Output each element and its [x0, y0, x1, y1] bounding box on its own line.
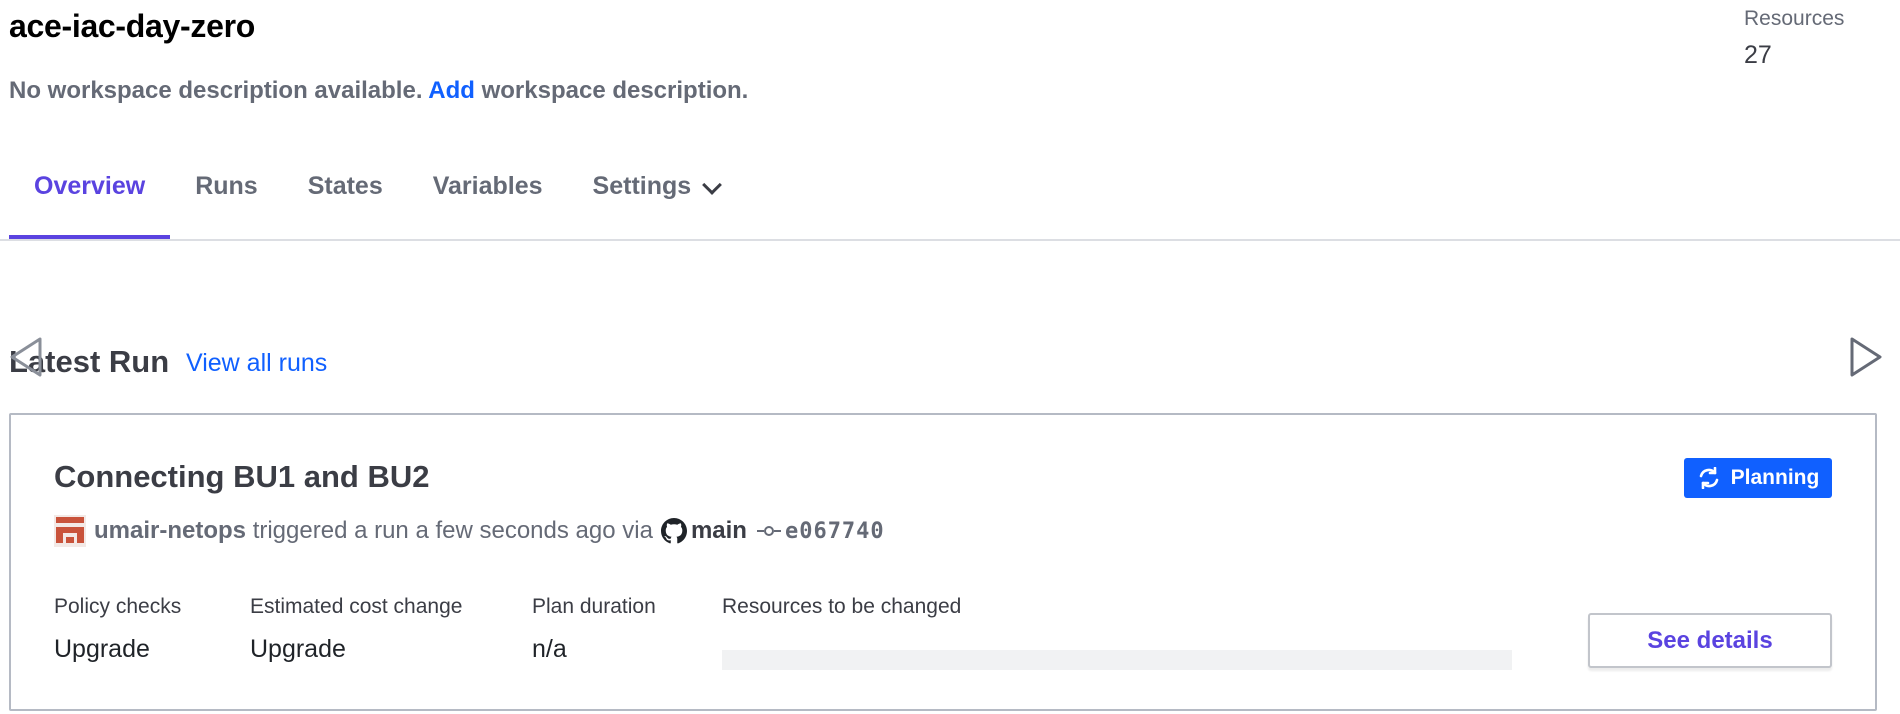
resources-count: 27	[1744, 41, 1772, 69]
carousel-prev-arrow-icon[interactable]	[8, 336, 44, 378]
branch-name[interactable]: main	[691, 517, 747, 545]
stat-plan-duration: Plan duration n/a	[532, 595, 656, 664]
stat-value: Upgrade	[54, 635, 150, 663]
workspace-title: ace-iac-day-zero	[9, 8, 255, 44]
resources-label: Resources	[1744, 7, 1845, 30]
tab-label: Settings	[592, 172, 692, 200]
stat-label: Plan duration	[532, 595, 656, 618]
github-icon	[660, 518, 687, 544]
tab-states[interactable]: States	[283, 160, 408, 239]
tab-variables[interactable]: Variables	[408, 160, 568, 239]
workspace-description: No workspace description available. Add …	[9, 77, 748, 105]
run-title[interactable]: Connecting BU1 and BU2	[54, 459, 429, 495]
tab-label: Runs	[195, 172, 258, 200]
stat-value: Upgrade	[250, 635, 346, 663]
sync-icon	[1699, 467, 1718, 489]
tab-settings[interactable]: Settings	[568, 160, 745, 239]
carousel-next-arrow-icon[interactable]	[1848, 336, 1884, 378]
add-description-link[interactable]: Add	[428, 77, 475, 104]
tabs-divider	[0, 239, 1900, 241]
trigger-text: triggered a run a few seconds ago via	[252, 517, 653, 544]
status-label: Planning	[1730, 466, 1820, 489]
commit-icon	[756, 526, 781, 536]
stat-label: Estimated cost change	[250, 595, 463, 618]
tab-overview[interactable]: Overview	[9, 160, 171, 239]
stat-resources-to-change: Resources to be changed	[722, 595, 961, 619]
status-badge: Planning	[1684, 458, 1832, 498]
resources-change-bar	[722, 650, 1512, 670]
tab-label: States	[307, 172, 383, 200]
stat-label: Resources to be changed	[722, 595, 962, 618]
stat-estimated-cost: Estimated cost change Upgrade	[250, 595, 462, 664]
resources-summary: Resources 27	[1744, 7, 1844, 70]
avatar	[54, 515, 86, 547]
tab-label: Overview	[34, 172, 146, 200]
stat-value: n/a	[532, 635, 567, 663]
see-details-button[interactable]: See details	[1588, 613, 1832, 668]
description-suffix: workspace description.	[481, 77, 749, 104]
latest-run-card: Connecting BU1 and BU2 Planning umair-ne…	[9, 413, 1877, 711]
stat-policy-checks: Policy checks Upgrade	[54, 595, 181, 664]
workspace-tabs: Overview Runs States Variables Settings	[9, 160, 744, 239]
tab-runs[interactable]: Runs	[170, 160, 283, 239]
description-text: No workspace description available.	[9, 77, 423, 104]
tab-label: Variables	[432, 172, 543, 200]
commit-sha-link[interactable]: e067740	[785, 519, 885, 544]
run-user-link[interactable]: umair-netops	[94, 517, 246, 545]
stat-label: Policy checks	[54, 595, 182, 618]
view-all-runs-link[interactable]: View all runs	[186, 349, 327, 378]
chevron-down-icon	[702, 175, 723, 195]
run-meta: umair-netops triggered a run a few secon…	[54, 515, 885, 547]
